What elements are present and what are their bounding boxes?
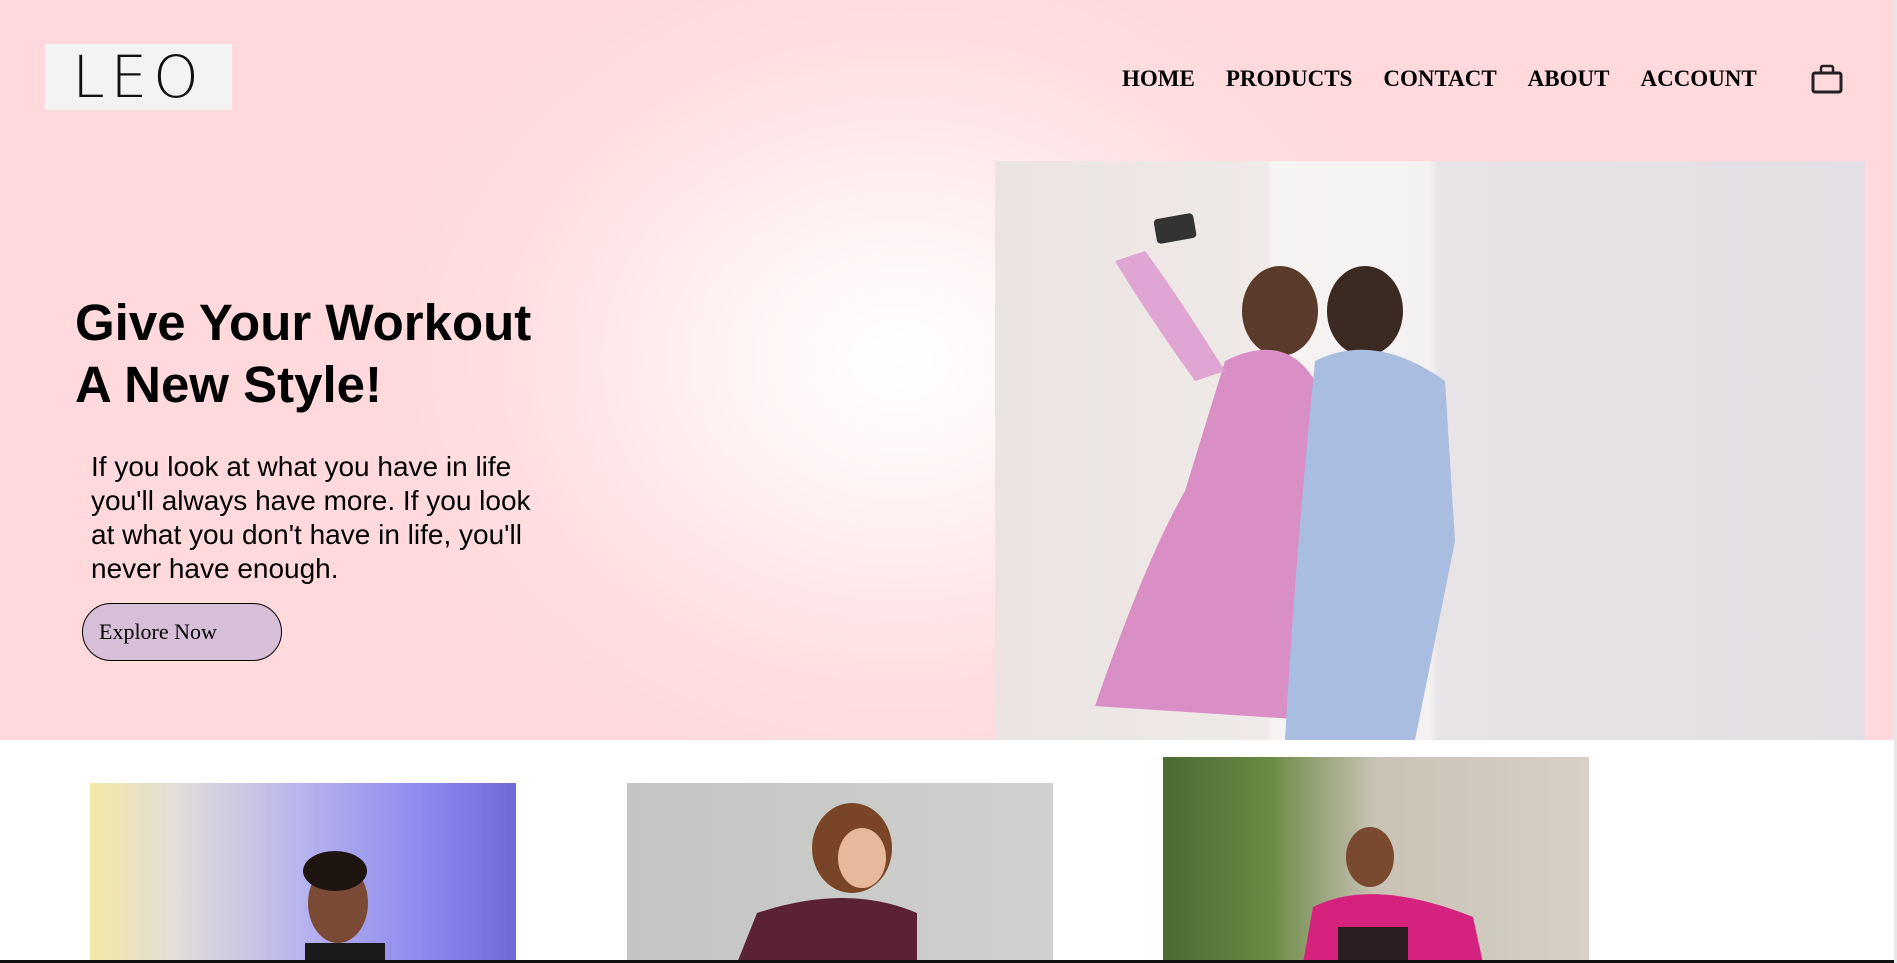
nav-home[interactable]: HOME (1122, 66, 1195, 92)
hero-text: If you look at what you have in life you… (91, 451, 531, 584)
hero-section: LEO HOME PRODUCTS CONTACT ABOUT ACCOUNT … (0, 0, 1897, 740)
woman-figure (737, 803, 917, 963)
logo[interactable]: LEO (45, 44, 232, 110)
shopping-bag-icon[interactable] (1811, 64, 1843, 94)
woman-figure (1303, 827, 1483, 963)
main-nav: HOME PRODUCTS CONTACT ABOUT ACCOUNT (1122, 66, 1788, 92)
hero-heading: Give Your Workout A New Style! (75, 292, 595, 416)
hero-photo-figures (1095, 213, 1455, 740)
nav-about[interactable]: ABOUT (1528, 66, 1610, 92)
product-card-image-1[interactable] (90, 783, 516, 963)
hero-image (995, 161, 1865, 740)
nav-products[interactable]: PRODUCTS (1226, 66, 1353, 92)
heading-line-1: Give Your Workout (75, 294, 532, 351)
nav-account[interactable]: ACCOUNT (1640, 66, 1756, 92)
logo-text: LEO (72, 43, 205, 111)
product-card-image-3[interactable] (1163, 757, 1589, 963)
heading-line-2: A New Style! (75, 356, 383, 413)
nav-contact[interactable]: CONTACT (1383, 66, 1496, 92)
explore-now-button[interactable]: Explore Now (82, 603, 282, 661)
man-figure (303, 851, 385, 963)
product-card-image-2[interactable] (627, 783, 1053, 963)
